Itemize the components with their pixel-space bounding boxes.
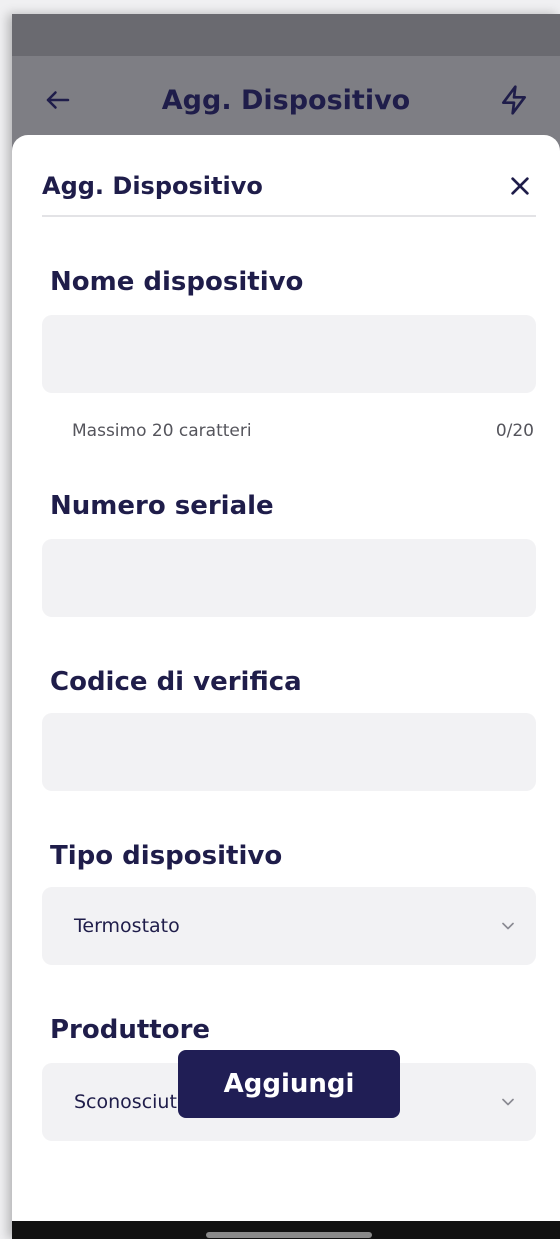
add-button[interactable]: Aggiungi — [178, 1050, 400, 1118]
device-name-helper: Massimo 20 caratteri — [72, 421, 252, 441]
device-type-label: Tipo dispositivo — [50, 841, 283, 871]
lightning-button[interactable] — [494, 80, 534, 120]
sheet-header: Agg. Dispositivo — [42, 157, 536, 217]
device-name-field[interactable] — [42, 315, 536, 393]
arrow-left-icon — [46, 91, 70, 109]
close-button[interactable] — [504, 170, 536, 202]
device-screen: Agg. Dispositivo Agg. Dispositivo Nome d… — [12, 14, 560, 1239]
device-type-select[interactable]: Termostato — [42, 887, 536, 965]
app-header-title: Agg. Dispositivo — [161, 84, 411, 116]
manufacturer-label: Produttore — [50, 1015, 211, 1045]
verification-code-input[interactable] — [42, 713, 536, 791]
device-name-label: Nome dispositivo — [50, 267, 304, 297]
home-indicator[interactable] — [206, 1232, 372, 1238]
manufacturer-value: Sconosciuto — [74, 1091, 189, 1113]
status-bar — [12, 14, 560, 56]
close-icon — [511, 177, 529, 195]
device-name-counter: 0/20 — [495, 421, 534, 441]
device-type-value: Termostato — [74, 915, 180, 937]
sheet-title: Agg. Dispositivo — [42, 172, 263, 200]
app-header: Agg. Dispositivo — [12, 56, 560, 144]
device-name-input[interactable] — [42, 315, 536, 393]
chevron-down-icon — [502, 922, 514, 930]
verification-code-field[interactable] — [42, 713, 536, 791]
lightning-icon — [502, 85, 526, 115]
serial-number-field[interactable] — [42, 539, 536, 617]
serial-number-input[interactable] — [42, 539, 536, 617]
chevron-down-icon — [502, 1098, 514, 1106]
verification-code-label: Codice di verifica — [50, 667, 302, 697]
serial-number-label: Numero seriale — [50, 491, 274, 521]
back-button[interactable] — [38, 80, 78, 120]
